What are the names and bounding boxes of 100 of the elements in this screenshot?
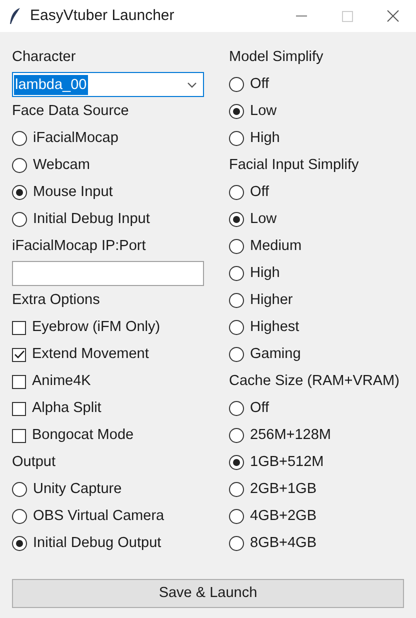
section-label: Face Data Source bbox=[12, 102, 129, 121]
checkbox[interactable] bbox=[12, 402, 26, 416]
ip-port-field[interactable] bbox=[12, 261, 204, 286]
section-label: Facial Input Simplify bbox=[229, 156, 359, 175]
radio-option[interactable]: Higher bbox=[229, 290, 293, 312]
radio-button[interactable] bbox=[229, 293, 244, 308]
save-launch-button[interactable]: Save & Launch bbox=[12, 579, 404, 608]
radio-button[interactable] bbox=[229, 536, 244, 551]
radio-button[interactable] bbox=[229, 509, 244, 524]
radio-label: 2GB+1GB bbox=[250, 480, 316, 499]
radio-option[interactable]: High bbox=[229, 262, 280, 284]
character-dropdown[interactable]: lambda_00 bbox=[12, 72, 204, 97]
radio-label: Medium bbox=[250, 236, 302, 256]
maximize-icon bbox=[342, 10, 352, 22]
radio-button[interactable] bbox=[229, 401, 244, 416]
radio-option[interactable]: Low bbox=[229, 208, 277, 230]
radio-label: iFacialMocap bbox=[33, 128, 118, 148]
window-title: EasyVtuber Launcher bbox=[30, 6, 174, 26]
radio-option[interactable]: 256M+128M bbox=[229, 424, 332, 446]
radio-option[interactable]: 8GB+4GB bbox=[229, 532, 316, 554]
radio-label: OBS Virtual Camera bbox=[33, 506, 164, 526]
radio-label: 256M+128M bbox=[250, 426, 332, 445]
radio-button[interactable] bbox=[12, 185, 27, 200]
radio-option[interactable]: OBS Virtual Camera bbox=[12, 506, 164, 528]
checkbox-option[interactable]: Extend Movement bbox=[12, 344, 149, 366]
radio-label: 8GB+4GB bbox=[250, 534, 316, 553]
radio-button[interactable] bbox=[12, 158, 27, 173]
radio-option[interactable]: Unity Capture bbox=[12, 478, 122, 500]
radio-option[interactable]: Low bbox=[229, 100, 277, 122]
radio-option[interactable]: iFacialMocap bbox=[12, 128, 118, 150]
checkbox-option[interactable]: Eyebrow (iFM Only) bbox=[12, 316, 160, 338]
checkbox-label: Extend Movement bbox=[32, 344, 149, 364]
checkbox[interactable] bbox=[12, 428, 26, 442]
checkbox-label: Eyebrow (iFM Only) bbox=[32, 318, 160, 337]
radio-button[interactable] bbox=[229, 266, 244, 281]
radio-label: Off bbox=[250, 398, 270, 418]
check-icon bbox=[14, 350, 24, 359]
feather-icon bbox=[8, 7, 22, 25]
section-label: Output bbox=[12, 452, 56, 472]
section-label: Cache Size (RAM+VRAM) bbox=[229, 372, 400, 391]
checkbox[interactable] bbox=[12, 320, 26, 334]
radio-label: Off bbox=[250, 182, 270, 202]
dropdown-value: lambda_00 bbox=[14, 74, 88, 94]
radio-option[interactable]: 1GB+512M bbox=[229, 452, 324, 474]
radio-button[interactable] bbox=[12, 131, 27, 146]
radio-button[interactable] bbox=[12, 536, 27, 551]
radio-label: Webcam bbox=[33, 156, 90, 175]
radio-button[interactable] bbox=[12, 482, 27, 497]
chevron-down-icon bbox=[187, 82, 197, 88]
minimize-icon bbox=[296, 15, 306, 17]
radio-label: Low bbox=[250, 102, 277, 121]
checkbox-option[interactable]: Bongocat Mode bbox=[12, 424, 134, 446]
section-label: iFacialMocap IP:Port bbox=[12, 236, 146, 256]
checkbox-option[interactable]: Anime4K bbox=[12, 370, 91, 392]
checkbox[interactable] bbox=[12, 348, 26, 362]
radio-option[interactable]: Highest bbox=[229, 316, 300, 338]
radio-label: Initial Debug Input bbox=[33, 210, 150, 229]
radio-button[interactable] bbox=[229, 320, 244, 335]
section-label: Character bbox=[12, 48, 76, 67]
radio-option[interactable]: Off bbox=[229, 74, 270, 96]
radio-label: Unity Capture bbox=[33, 480, 122, 499]
radio-button[interactable] bbox=[229, 77, 244, 92]
checkbox-label: Bongocat Mode bbox=[32, 426, 134, 445]
section-label: Extra Options bbox=[12, 290, 100, 310]
radio-label: 1GB+512M bbox=[250, 452, 324, 472]
radio-label: Mouse Input bbox=[33, 182, 113, 202]
radio-option[interactable]: 4GB+2GB bbox=[229, 506, 316, 528]
radio-label: Highest bbox=[250, 318, 300, 337]
radio-button[interactable] bbox=[229, 212, 244, 227]
section-label: Model Simplify bbox=[229, 48, 324, 67]
radio-button[interactable] bbox=[229, 131, 244, 146]
radio-button[interactable] bbox=[12, 509, 27, 524]
radio-label: 4GB+2GB bbox=[250, 506, 316, 526]
radio-button[interactable] bbox=[229, 104, 244, 119]
checkbox-option[interactable]: Alpha Split bbox=[12, 398, 102, 420]
radio-option[interactable]: 2GB+1GB bbox=[229, 478, 316, 500]
radio-option[interactable]: Initial Debug Input bbox=[12, 208, 150, 230]
radio-label: Higher bbox=[250, 290, 293, 310]
checkbox-label: Anime4K bbox=[32, 372, 91, 391]
radio-button[interactable] bbox=[229, 428, 244, 443]
radio-label: Off bbox=[250, 74, 270, 94]
radio-option[interactable]: Webcam bbox=[12, 154, 90, 176]
radio-label: High bbox=[250, 128, 280, 148]
radio-option[interactable]: Mouse Input bbox=[12, 182, 113, 204]
radio-label: High bbox=[250, 264, 280, 283]
radio-button[interactable] bbox=[12, 212, 27, 227]
checkbox[interactable] bbox=[12, 374, 26, 388]
radio-option[interactable]: Gaming bbox=[229, 344, 301, 366]
radio-button[interactable] bbox=[229, 239, 244, 254]
radio-option[interactable]: Initial Debug Output bbox=[12, 532, 162, 554]
radio-button[interactable] bbox=[229, 482, 244, 497]
radio-button[interactable] bbox=[229, 185, 244, 200]
radio-option[interactable]: Off bbox=[229, 398, 270, 420]
radio-button[interactable] bbox=[229, 347, 244, 362]
radio-label: Gaming bbox=[250, 344, 301, 364]
checkbox-label: Alpha Split bbox=[32, 398, 102, 418]
radio-option[interactable]: Off bbox=[229, 182, 270, 204]
radio-option[interactable]: Medium bbox=[229, 236, 302, 258]
radio-button[interactable] bbox=[229, 455, 244, 470]
radio-option[interactable]: High bbox=[229, 128, 280, 150]
